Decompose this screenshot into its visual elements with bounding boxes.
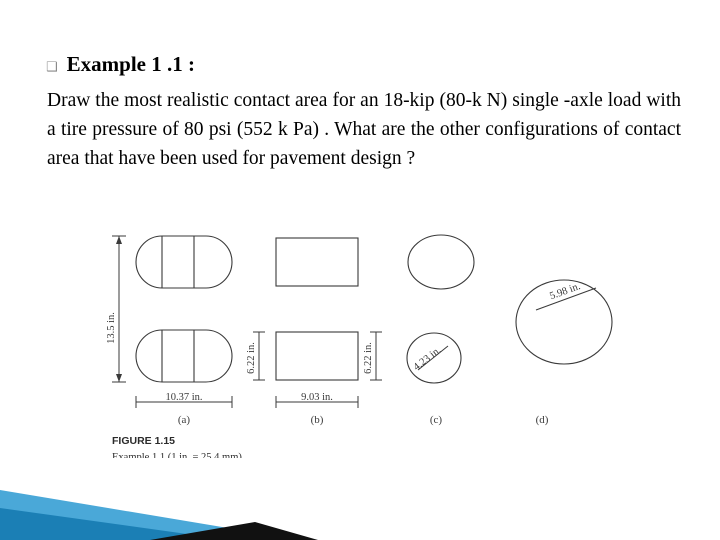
bullet-square-icon: ❑ <box>46 60 58 75</box>
figure-drawing: 13.5 in. 6.22 in. 6.22 in. 10.37 in. 9.0… <box>106 234 613 458</box>
dim-13-5-in: 13.5 in. <box>106 312 117 344</box>
shape-a-bottom <box>135 329 233 383</box>
panel-label-c: (c) <box>430 414 443 426</box>
slide-decoration <box>0 450 720 540</box>
dim-4-23-in: 4.23 in. <box>412 345 444 373</box>
shape-a-top <box>135 235 233 289</box>
dim-9-03-in: 9.03 in. <box>301 392 333 403</box>
dim-6-22-in-right: 6.22 in. <box>363 342 374 374</box>
body-text: Draw the most realistic contact area for… <box>47 90 681 169</box>
panel-label-b: (b) <box>311 414 324 426</box>
shape-b-bottom <box>275 331 359 381</box>
slide-canvas: ❑ Example 1 .1 : Draw the most realistic… <box>0 0 720 540</box>
panel-label-d: (d) <box>536 414 549 426</box>
shape-b-top <box>275 237 359 287</box>
bullet-heading: ❑ Example 1 .1 : <box>46 52 195 77</box>
panel-label-a: (a) <box>178 414 191 426</box>
figure-1-15: 13.5 in. 6.22 in. 6.22 in. 10.37 in. 9.0… <box>96 218 636 458</box>
shape-c-top <box>407 234 475 290</box>
figure-caption-label: FIGURE 1.15 <box>112 435 175 447</box>
dim-10-37-in: 10.37 in. <box>165 392 202 403</box>
example-title: Example 1 .1 : <box>66 52 195 76</box>
body-paragraph: Draw the most realistic contact area for… <box>47 86 681 173</box>
dim-6-22-in-left: 6.22 in. <box>246 342 257 374</box>
decoration-shapes <box>0 490 318 540</box>
